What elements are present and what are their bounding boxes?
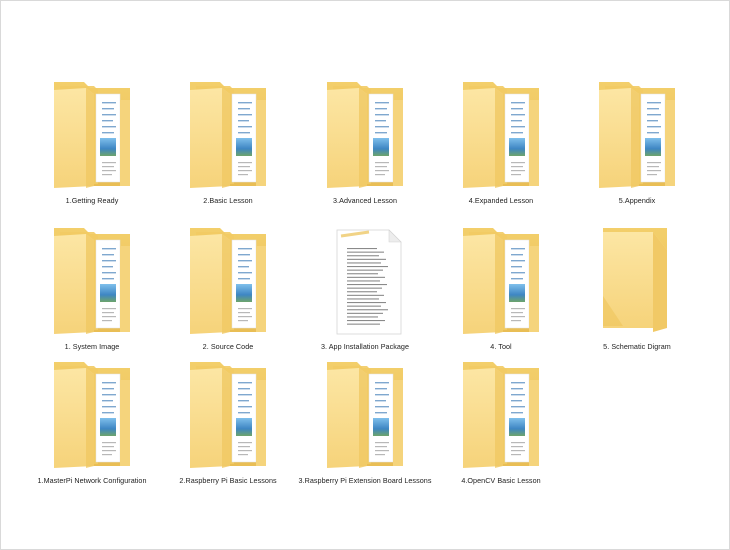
folder-label: 1.Getting Ready — [65, 196, 119, 205]
folder-label: 5. Schematic Digram — [603, 342, 671, 351]
folder-item[interactable]: 1. System Image — [24, 226, 160, 351]
text-document-icon — [297, 226, 433, 336]
folder-with-documents-icon — [433, 360, 569, 470]
folder-label: 4.OpenCV Basic Lesson — [461, 476, 541, 485]
empty-folder-icon — [569, 226, 705, 336]
folder-with-documents-icon — [160, 226, 296, 336]
folder-label: 1.MasterPi Network Configuration — [37, 476, 147, 485]
folder-item[interactable]: 2. Source Code — [160, 226, 296, 351]
folder-with-documents-icon — [24, 360, 160, 470]
folder-item[interactable]: 5.Appendix — [569, 80, 705, 205]
folder-label: 3.Raspberry Pi Extension Board Lessons — [298, 476, 432, 485]
folder-item[interactable]: 1.Getting Ready — [24, 80, 160, 205]
folder-with-documents-icon — [24, 226, 160, 336]
folder-with-documents-icon — [433, 80, 569, 190]
folder-item[interactable]: 3. App Installation Package — [297, 226, 433, 351]
folder-with-documents-icon — [433, 226, 569, 336]
folder-label: 5.Appendix — [618, 196, 656, 205]
folder-with-documents-icon — [569, 80, 705, 190]
folder-label: 1. System Image — [64, 342, 120, 351]
folder-item[interactable]: 4. Tool — [433, 226, 569, 351]
folder-label: 2. Source Code — [202, 342, 254, 351]
folder-label: 2.Raspberry Pi Basic Lessons — [179, 476, 277, 485]
folder-label: 3. App Installation Package — [320, 342, 410, 351]
folder-with-documents-icon — [160, 360, 296, 470]
folder-label: 4. Tool — [490, 342, 512, 351]
folder-grid: 1.Getting Ready 2.Basic Lesson 3.Advance… — [0, 0, 730, 550]
folder-with-documents-icon — [160, 80, 296, 190]
folder-item[interactable]: 3.Raspberry Pi Extension Board Lessons — [297, 360, 433, 485]
folder-item[interactable]: 2.Basic Lesson — [160, 80, 296, 205]
folder-label: 3.Advanced Lesson — [333, 196, 397, 205]
folder-with-documents-icon — [297, 360, 433, 470]
folder-item[interactable]: 4.OpenCV Basic Lesson — [433, 360, 569, 485]
folder-item[interactable]: 1.MasterPi Network Configuration — [24, 360, 160, 485]
folder-with-documents-icon — [24, 80, 160, 190]
folder-label: 4.Expanded Lesson — [468, 196, 534, 205]
folder-item[interactable]: 3.Advanced Lesson — [297, 80, 433, 205]
folder-label: 2.Basic Lesson — [203, 196, 253, 205]
folder-item[interactable]: 2.Raspberry Pi Basic Lessons — [160, 360, 296, 485]
folder-with-documents-icon — [297, 80, 433, 190]
folder-item[interactable]: 4.Expanded Lesson — [433, 80, 569, 205]
folder-item[interactable]: 5. Schematic Digram — [569, 226, 705, 351]
